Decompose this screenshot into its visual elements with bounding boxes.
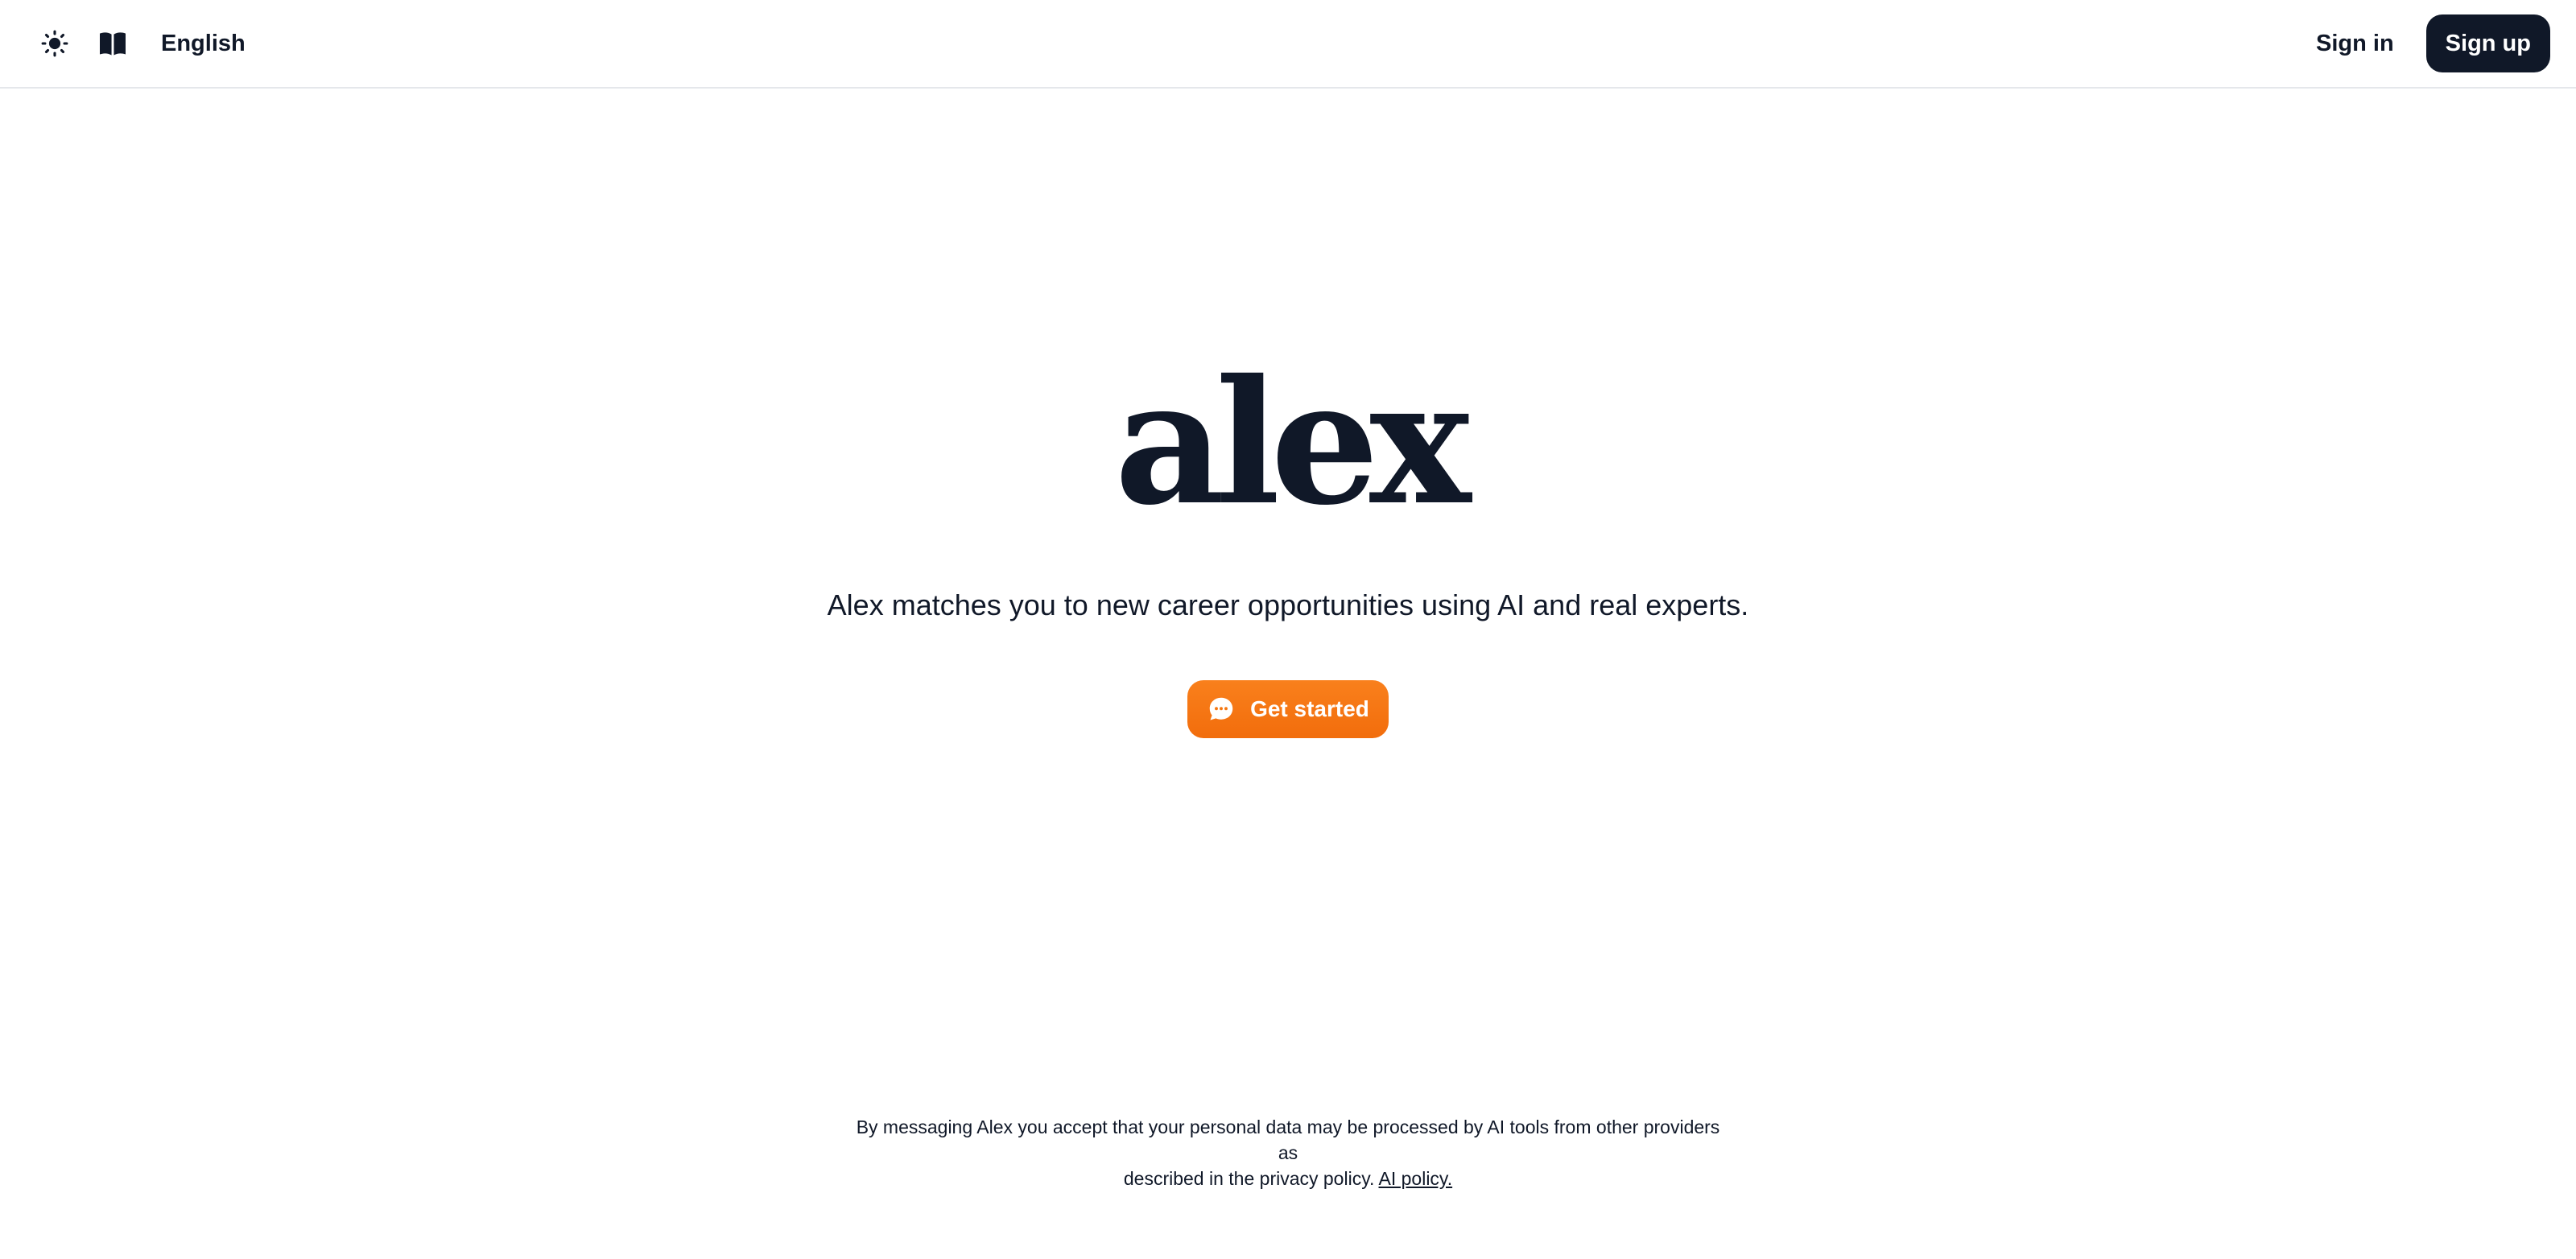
theme-toggle-button[interactable] (39, 27, 71, 60)
book-icon (100, 32, 126, 56)
sign-up-button[interactable]: Sign up (2425, 14, 2550, 72)
docs-button[interactable] (97, 27, 129, 60)
disclaimer-line-2-wrap: described in the privacy policy. AI poli… (845, 1166, 1731, 1191)
disclaimer-line-2: described in the privacy policy. (1123, 1168, 1375, 1189)
chat-bubble-icon (1207, 695, 1236, 724)
get-started-button[interactable]: Get started (1187, 680, 1389, 738)
sign-in-link[interactable]: Sign in (2316, 31, 2394, 57)
page: English Sign in Sign up alex Alex matche… (0, 0, 2576, 1259)
top-header: English Sign in Sign up (0, 0, 2576, 89)
disclaimer-line-1: By messaging Alex you accept that your p… (856, 1117, 1720, 1163)
ai-policy-link[interactable]: AI policy. (1379, 1168, 1453, 1189)
cta-container: Get started (0, 680, 2576, 738)
header-right-group: Sign in Sign up (2316, 14, 2550, 72)
get-started-label: Get started (1250, 696, 1369, 721)
language-selector[interactable]: English (161, 31, 246, 57)
hero-tagline: Alex matches you to new career opportuni… (827, 588, 1749, 621)
sun-icon (41, 30, 68, 57)
alex-logo: alex (1114, 342, 1471, 543)
header-left-group: English (39, 27, 246, 60)
privacy-disclaimer: By messaging Alex you accept that your p… (845, 1114, 1731, 1191)
